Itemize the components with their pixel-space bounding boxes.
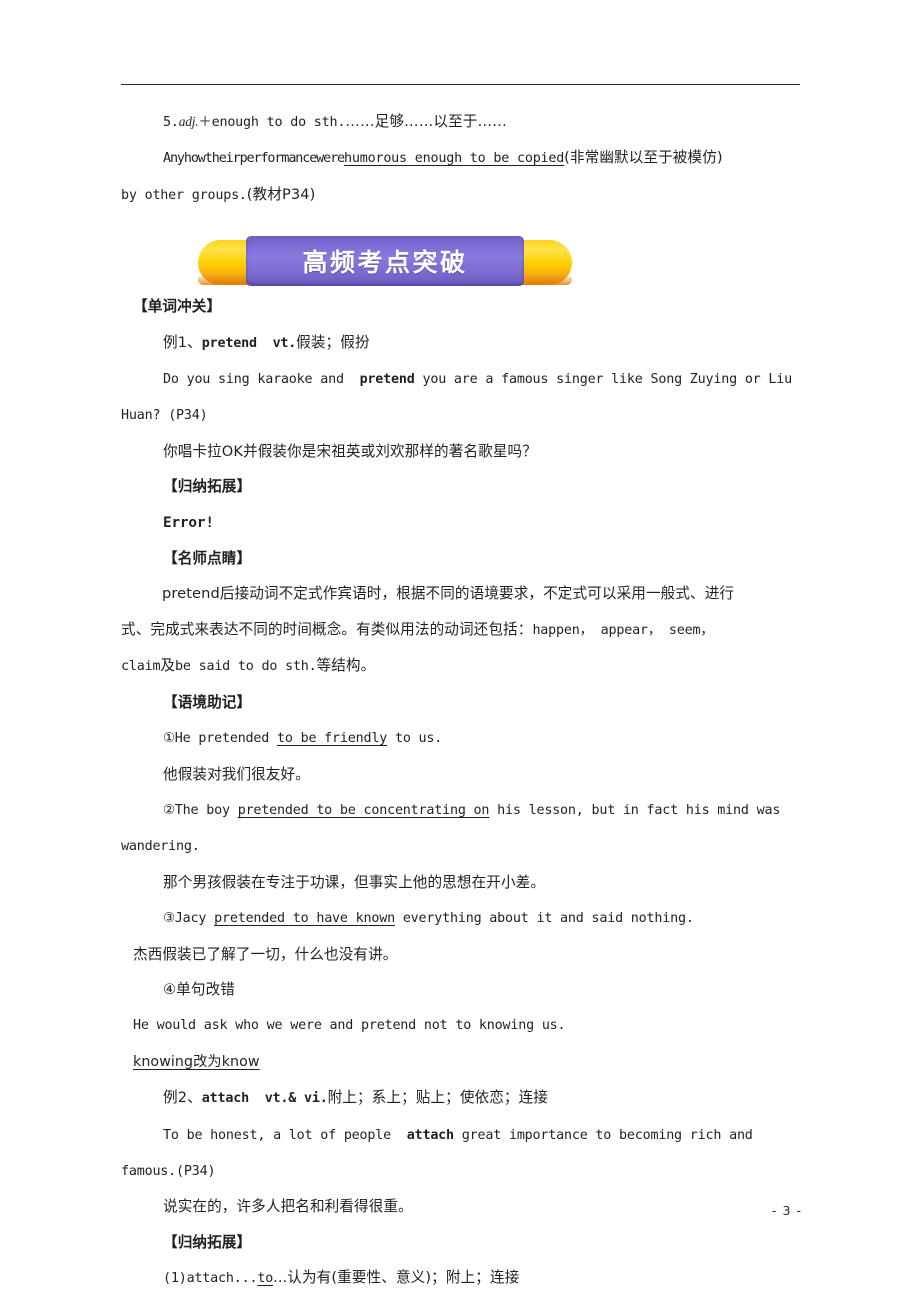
entry-2-point1-post: ...认为有(重要性、意义)；附上；连接 bbox=[273, 1269, 520, 1287]
entry-1-tip-text-2-cn: 式、完成式来表达不同的时间概念。有类似用法的动词还包括： bbox=[121, 620, 533, 638]
entry-2-point1-pre: (1)attach... bbox=[163, 1271, 258, 1287]
entry-1-sentence-post: you are a famous singer like Song Zuying… bbox=[422, 372, 792, 388]
item-5-pattern-italic: adj. bbox=[178, 114, 199, 129]
entry-1-pos: vt. bbox=[272, 335, 297, 351]
entry-1-ex3-cn: 杰西假装已了解了一切，什么也没有讲。 bbox=[133, 945, 398, 963]
entry-2-headword: attach bbox=[201, 1091, 249, 1107]
banner-core: 高频考点突破 bbox=[246, 236, 524, 286]
entry-2-meaning: 附上；系上；贴上；使依恋；连接 bbox=[327, 1089, 549, 1107]
item-5-example-line-2: by other groups.(教材P34) bbox=[121, 177, 801, 213]
entry-1-ex4-sentence: He would ask who we were and pretend not… bbox=[133, 1018, 566, 1034]
entry-1-example-1-translation: 他假装对我们很友好。 bbox=[133, 757, 801, 792]
entry-2-point1-underline: to bbox=[257, 1271, 274, 1287]
item-5-example-source: (教材P34) bbox=[246, 185, 316, 203]
entry-1-tip-label: 【名师点睛】 bbox=[163, 550, 252, 568]
section-banner: 高频考点突破 bbox=[198, 234, 572, 290]
entry-2-label: 例2、 bbox=[163, 1089, 202, 1107]
banner-title: 高频考点突破 bbox=[302, 248, 468, 277]
entry-1-ex3-pre: ③Jacy bbox=[163, 911, 215, 927]
entry-1-ex3-post: everything about it and said nothing. bbox=[394, 911, 694, 927]
entry-2-point-1: (1)attach...to...认为有(重要性、意义)；附上；连接 bbox=[133, 1260, 801, 1296]
entry-1-meaning: 假装；假扮 bbox=[296, 333, 370, 351]
item-5-pattern-rest: ＋enough to do sth. bbox=[198, 115, 346, 130]
entry-2-sentence-line-2: famous.(P34) bbox=[121, 1153, 801, 1189]
entry-1-ex2-post: his lesson, but in fact his mind was bbox=[489, 802, 781, 818]
header-divider-rule bbox=[121, 84, 800, 85]
item-5-example-run-on: Anyhowtheirperformancewere bbox=[163, 151, 345, 167]
entry-1-example-2: ②The boy pretended to be concentrating o… bbox=[133, 792, 801, 828]
entry-1-sentence-source: (P34) bbox=[168, 408, 208, 424]
entry-1-tip-line-2: 式、完成式来表达不同的时间概念。有类似用法的动词还包括：happen， appe… bbox=[121, 612, 801, 648]
entry-1-example-2-translation: 那个男孩假装在专注于功课，但事实上他的思想在开小差。 bbox=[133, 865, 801, 900]
section-word-drill-label: 【单词冲关】 bbox=[133, 298, 222, 316]
item-5-gloss: ……足够……以至于…… bbox=[345, 113, 507, 130]
entry-2-sentence-pre: To be honest, a lot of people bbox=[163, 1127, 391, 1143]
entry-1-example-2-wrap: wandering. bbox=[121, 828, 801, 864]
entry-1-ex3-underline: pretended to have known bbox=[214, 911, 395, 927]
entry-1-ex2-cn: 那个男孩假装在专注于功课，但事实上他的思想在开小差。 bbox=[163, 873, 546, 891]
entry-2-sentence-line-1: To be honest, a lot of people attach gre… bbox=[133, 1117, 801, 1153]
document-page: 5.adj.＋enough to do sth.……足够……以至于…… Anyh… bbox=[0, 0, 920, 1302]
entry-1-sentence-pre: Do you sing karaoke and bbox=[163, 372, 344, 388]
entry-1-sentence-wrap: Huan? bbox=[121, 408, 161, 424]
section-word-drill-heading: 【单词冲关】 bbox=[133, 289, 801, 324]
entry-1-tip-text-1: pretend后接动词不定式作宾语时，根据不同的语境要求，不定式可以采用一般式、… bbox=[162, 585, 735, 603]
entry-1-tip-text-3-cn-b: 等结构。 bbox=[316, 657, 376, 675]
page-number: - 3 - bbox=[771, 1203, 802, 1218]
entry-1-error-text: Error! bbox=[163, 514, 214, 531]
entry-1-sentence-line-2: Huan? (P34) bbox=[121, 397, 801, 433]
entry-1-tip-line-3: claim及be said to do sth.等结构。 bbox=[121, 648, 801, 684]
entry-1-context-heading: 【语境助记】 bbox=[133, 685, 801, 720]
item-5-example-tail: by other groups. bbox=[121, 187, 247, 203]
entry-1-ex2-pre: ②The boy bbox=[163, 802, 238, 818]
entry-1-summary-label: 【归纳拓展】 bbox=[163, 478, 252, 496]
entry-1-ex1-pre: ①He pretended bbox=[163, 731, 278, 747]
entry-2-pos: vt.& vi. bbox=[264, 1091, 328, 1107]
item-5-example-line-1: Anyhowtheirperformancewerehumorous enoug… bbox=[133, 140, 801, 176]
entry-1-tip-line-1: pretend后接动词不定式作宾语时，根据不同的语境要求，不定式可以采用一般式、… bbox=[133, 576, 801, 611]
entry-2-summary-label: 【归纳拓展】 bbox=[163, 1233, 252, 1251]
entry-1-ex2-wrap: wandering. bbox=[121, 839, 200, 855]
grammar-item-5: 5.adj.＋enough to do sth.……足够……以至于…… bbox=[133, 104, 801, 140]
entry-1-ex1-post: to us. bbox=[387, 731, 443, 747]
entry-1-example-4-answer: knowing改为know bbox=[133, 1044, 801, 1080]
item-5-number: 5. bbox=[163, 115, 179, 130]
entry-1-ex1-cn: 他假装对我们很友好。 bbox=[163, 765, 310, 783]
entry-2-translation-text: 说实在的，许多人把名和利看得很重。 bbox=[163, 1198, 413, 1216]
entry-2-sentence-wrap: famous. bbox=[121, 1163, 177, 1179]
entry-1-sentence-line-1: Do you sing karaoke and pretend you are … bbox=[133, 361, 801, 397]
entry-1-error-line: Error! bbox=[133, 505, 801, 541]
entry-2-sentence-post: great importance to becoming rich and bbox=[461, 1127, 753, 1143]
entry-2-sentence-source: (P34) bbox=[176, 1163, 216, 1179]
entry-1-tip-heading: 【名师点睛】 bbox=[133, 541, 801, 576]
entry-1-sentence-bold: pretend bbox=[359, 372, 415, 388]
entry-1-ex4-label: ④单句改错 bbox=[163, 980, 235, 998]
entry-2-sentence-bold: attach bbox=[406, 1127, 454, 1143]
entry-1-summary-heading: 【归纳拓展】 bbox=[133, 469, 801, 504]
item-5-example-underlined: humorous enough to be copied bbox=[344, 151, 565, 167]
entry-1-ex2-underline: pretended to be concentrating on bbox=[237, 802, 490, 818]
entry-1-label: 例1、 bbox=[163, 333, 202, 351]
entry-1-tip-text-3-cn-a: 及 bbox=[160, 657, 176, 675]
entry-1-tip-text-2-en: happen， appear， seem， bbox=[532, 622, 714, 638]
entry-1-translation-text: 你唱卡拉OK并假装你是宋祖英或刘欢那样的著名歌星吗？ bbox=[163, 442, 537, 460]
entry-2-summary-heading: 【归纳拓展】 bbox=[133, 1225, 801, 1260]
entry-1-context-label: 【语境助记】 bbox=[163, 693, 252, 711]
entry-1-example-4-label: ④单句改错 bbox=[133, 972, 801, 1007]
entry-1-translation: 你唱卡拉OK并假装你是宋祖英或刘欢那样的著名歌星吗？ bbox=[133, 434, 801, 469]
entry-1-example-3: ③Jacy pretended to have known everything… bbox=[133, 900, 801, 936]
entry-1-tip-text-3-en: claim bbox=[121, 659, 161, 675]
entry-1-ex4-answer: knowing改为know bbox=[133, 1053, 260, 1070]
item-5-example-paren: (非常幽默以至于被模仿) bbox=[564, 149, 723, 167]
entry-1-tip-text-3-en-b: be said to do sth. bbox=[175, 659, 317, 675]
entry-1-ex1-underline: to be friendly bbox=[277, 731, 388, 747]
entry-1-example-1: ①He pretended to be friendly to us. bbox=[133, 720, 801, 756]
entry-1-headword: pretend bbox=[201, 335, 257, 351]
entry-1-headword-line: 例1、pretend vt.假装；假扮 bbox=[133, 325, 801, 361]
entry-2-translation: 说实在的，许多人把名和利看得很重。 bbox=[133, 1189, 801, 1224]
entry-1-example-3-translation: 杰西假装已了解了一切，什么也没有讲。 bbox=[133, 937, 801, 972]
entry-1-example-4-sentence: He would ask who we were and pretend not… bbox=[133, 1007, 801, 1043]
entry-2-headword-line: 例2、attach vt.& vi.附上；系上；贴上；使依恋；连接 bbox=[133, 1080, 801, 1116]
